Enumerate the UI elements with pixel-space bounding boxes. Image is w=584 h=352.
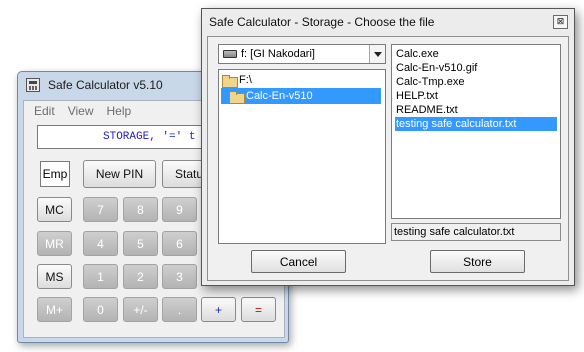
calculator-app-icon	[26, 78, 40, 92]
sign-toggle-button[interactable]: +/-	[123, 297, 158, 322]
digit-1-button[interactable]: 1	[83, 264, 118, 289]
file-item[interactable]: Calc-Tmp.exe	[395, 75, 557, 89]
equals-button[interactable]: =	[241, 297, 276, 322]
directory-label: F:\	[239, 74, 252, 86]
m-plus-button[interactable]: M+	[37, 297, 72, 322]
menu-help[interactable]: Help	[106, 104, 131, 118]
menu-edit[interactable]: Edit	[34, 104, 55, 118]
menu-view[interactable]: View	[68, 104, 94, 118]
store-button[interactable]: Store	[430, 250, 525, 273]
mc-button[interactable]: MC	[37, 197, 72, 222]
drive-select-value: f: [GI Nakodari]	[241, 48, 315, 60]
ms-button[interactable]: MS	[37, 264, 72, 289]
plus-button[interactable]: +	[201, 297, 236, 322]
digit-4-button[interactable]: 4	[83, 231, 118, 256]
digit-2-button[interactable]: 2	[123, 264, 158, 289]
directory-list[interactable]: F:\ Calc-En-v510	[218, 69, 386, 244]
cancel-button[interactable]: Cancel	[251, 250, 346, 273]
file-item[interactable]: README.txt	[395, 103, 557, 117]
file-item-selected[interactable]: testing safe calculator.txt	[395, 117, 557, 131]
digit-7-button[interactable]: 7	[83, 197, 118, 222]
digit-8-button[interactable]: 8	[123, 197, 158, 222]
digit-6-button[interactable]: 6	[162, 231, 197, 256]
folder-open-icon	[222, 74, 238, 88]
storage-dialog: Safe Calculator - Storage - Choose the f…	[201, 8, 575, 286]
digit-3-button[interactable]: 3	[162, 264, 197, 289]
file-name-field[interactable]: testing safe calculator.txt	[391, 223, 561, 241]
file-item[interactable]: Calc-En-v510.gif	[395, 61, 557, 75]
folder-open-icon	[229, 90, 245, 104]
directory-item-selected[interactable]: Calc-En-v510	[221, 88, 381, 104]
digit-5-button[interactable]: 5	[123, 231, 158, 256]
digit-9-button[interactable]: 9	[162, 197, 197, 222]
decimal-button[interactable]: .	[162, 297, 197, 322]
directory-item-root[interactable]: F:\	[222, 72, 256, 88]
close-icon[interactable]: ⊠	[553, 15, 568, 29]
directory-label: Calc-En-v510	[246, 90, 313, 102]
calculator-title: Safe Calculator v5.10	[48, 78, 163, 92]
dialog-title: Safe Calculator - Storage - Choose the f…	[209, 15, 435, 29]
drive-select[interactable]: f: [GI Nakodari]	[218, 44, 386, 64]
drive-icon	[223, 50, 237, 58]
dialog-body: f: [GI Nakodari] F:\ Calc-En-v510 Calc.e…	[207, 36, 569, 281]
new-pin-button[interactable]: New PIN	[83, 160, 156, 188]
chevron-down-icon[interactable]	[369, 45, 385, 63]
mr-button[interactable]: MR	[37, 231, 72, 256]
file-item[interactable]: HELP.txt	[395, 89, 557, 103]
file-list[interactable]: Calc.exe Calc-En-v510.gif Calc-Tmp.exe H…	[391, 44, 561, 219]
file-item[interactable]: Calc.exe	[395, 47, 557, 61]
dialog-title-bar[interactable]: Safe Calculator - Storage - Choose the f…	[202, 9, 574, 35]
digit-0-button[interactable]: 0	[83, 297, 118, 322]
emp-indicator: Emp	[40, 161, 70, 187]
